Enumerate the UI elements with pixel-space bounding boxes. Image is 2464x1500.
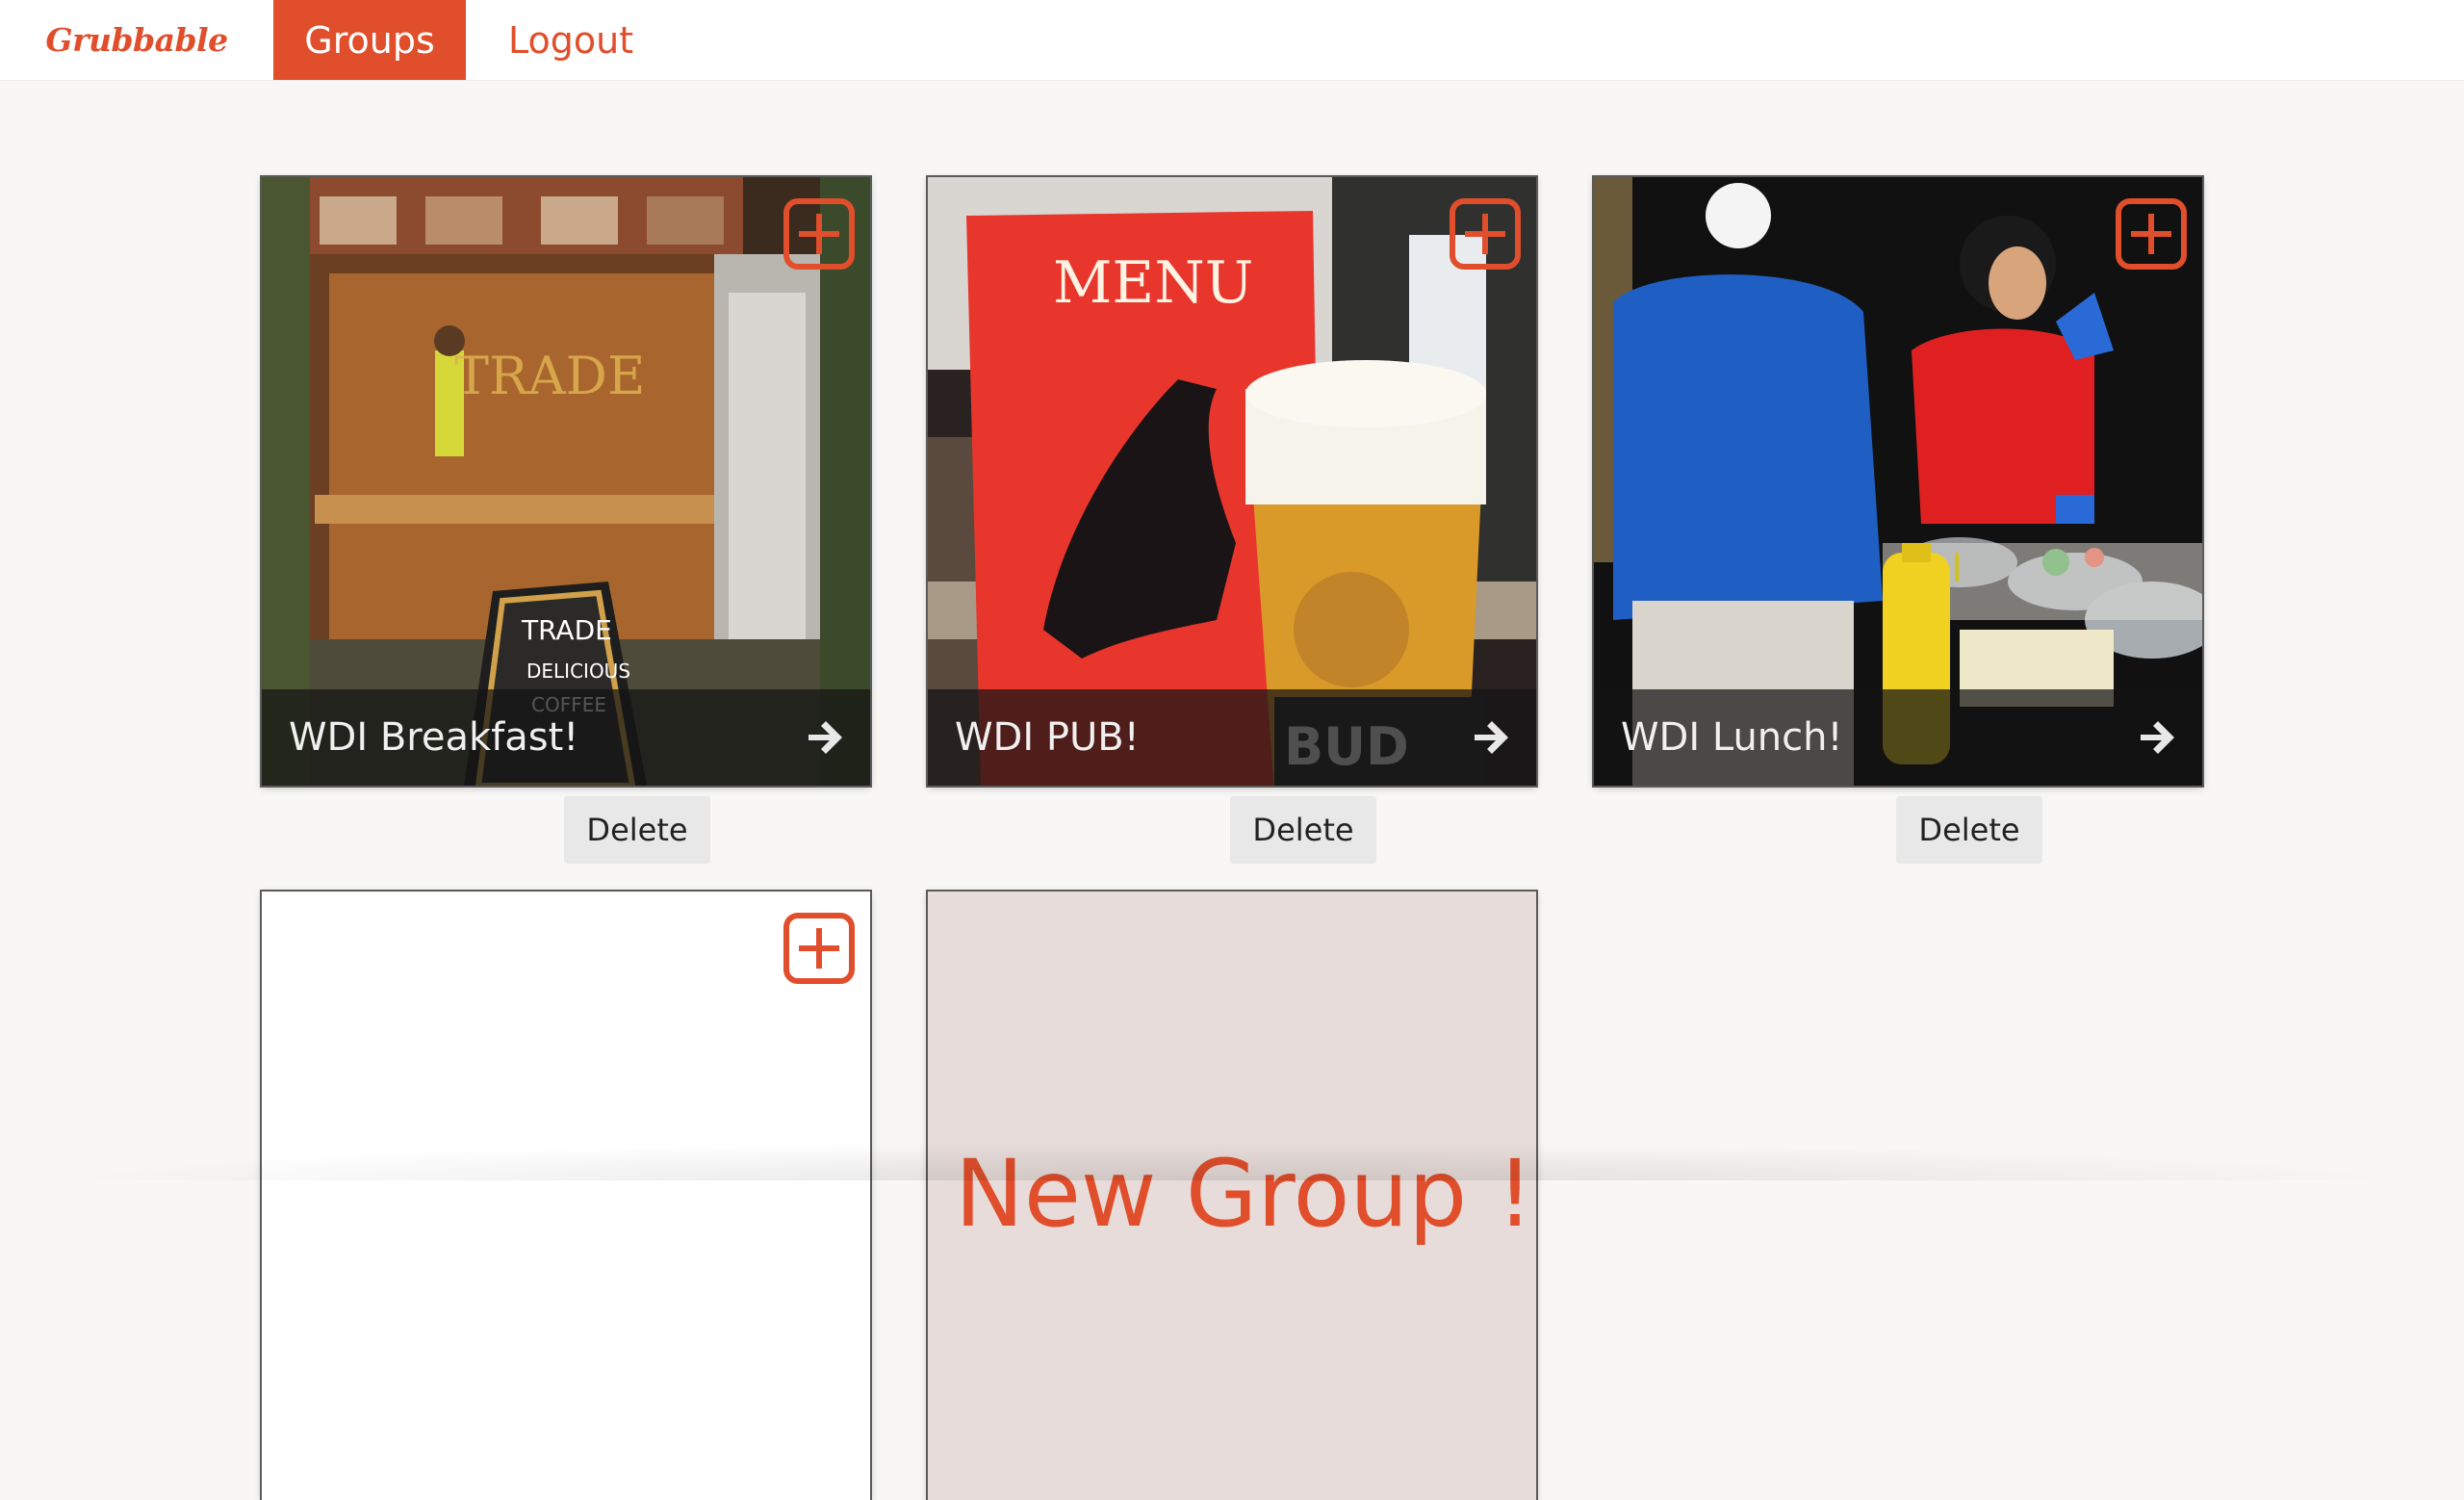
card-title: WDI Lunch!: [1621, 715, 1843, 760]
group-card-breakfast[interactable]: TRADE DELICIOUS COFFEE TRADE WDI Breakfa…: [262, 177, 870, 786]
nav-logout-link[interactable]: Logout: [466, 0, 676, 80]
arrow-right-icon[interactable]: [805, 718, 843, 757]
svg-text:MENU: MENU: [1053, 249, 1253, 317]
delete-button[interactable]: Delete: [1230, 796, 1376, 864]
new-group-label: New Group !: [955, 1140, 1534, 1248]
card-caption[interactable]: WDI Breakfast!: [262, 689, 870, 786]
add-to-group-icon[interactable]: [2116, 198, 2187, 270]
card-title: WDI Breakfast!: [289, 715, 579, 760]
delete-button[interactable]: Delete: [564, 796, 710, 864]
svg-text:DELICIOUS: DELICIOUS: [526, 659, 630, 683]
card-title: WDI PUB!: [955, 715, 1140, 760]
group-card-blank[interactable]: [262, 892, 870, 1500]
svg-text:TRADE: TRADE: [454, 346, 645, 406]
arrow-right-icon[interactable]: [2137, 718, 2175, 757]
nav-groups-link[interactable]: Groups: [273, 0, 466, 80]
brand-logo[interactable]: Grubbable: [0, 0, 273, 80]
card-caption[interactable]: WDI Lunch!: [1594, 689, 2202, 786]
card-caption[interactable]: WDI PUB!: [928, 689, 1536, 786]
group-card-lunch[interactable]: WDI Lunch!: [1594, 177, 2202, 786]
delete-button[interactable]: Delete: [1896, 796, 2042, 864]
group-card-pub[interactable]: MENU BUD WDI PUB!: [928, 177, 1536, 786]
add-to-group-icon[interactable]: [783, 198, 855, 270]
add-to-group-icon[interactable]: [783, 913, 855, 984]
svg-text:TRADE: TRADE: [521, 614, 612, 646]
new-group-card[interactable]: New Group !: [928, 892, 1536, 1500]
top-navbar: Grubbable Groups Logout: [0, 0, 2464, 80]
add-to-group-icon[interactable]: [1450, 198, 1521, 270]
arrow-right-icon[interactable]: [1471, 718, 1509, 757]
